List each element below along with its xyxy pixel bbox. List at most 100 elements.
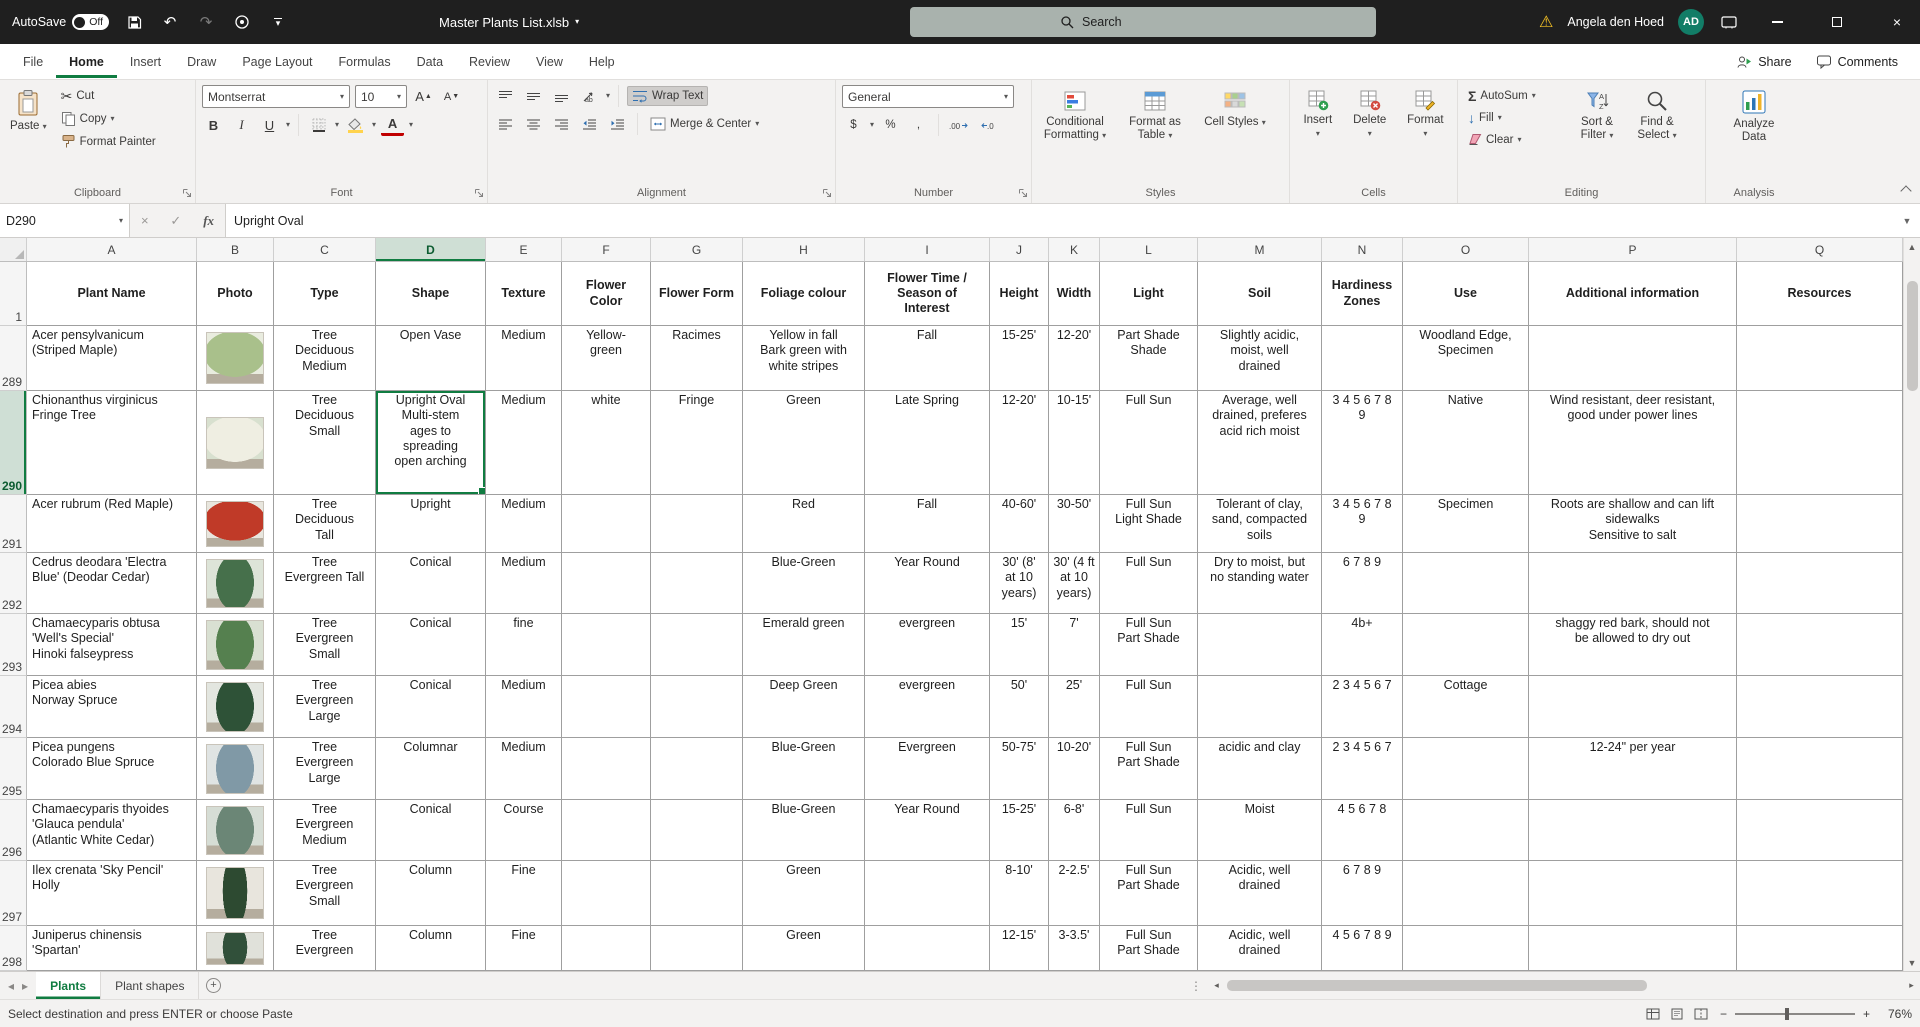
zoom-in-button[interactable]: + (1863, 1007, 1870, 1021)
column-header-H[interactable]: H (743, 238, 865, 261)
cell-G290[interactable]: Fringe (651, 391, 743, 495)
cell-N291[interactable]: 3 4 5 6 7 8 9 (1322, 495, 1403, 553)
scroll-left-arrow[interactable]: ◂ (1208, 980, 1225, 991)
column-header-I[interactable]: I (865, 238, 990, 261)
cell-G297[interactable] (651, 861, 743, 926)
decrease-decimal-button[interactable]: .0 (977, 114, 1002, 136)
cell-I290[interactable]: Late Spring (865, 391, 990, 495)
format-as-table-button[interactable]: Format as Table ▾ (1118, 85, 1192, 185)
cell-N289[interactable] (1322, 326, 1403, 391)
cell-O289[interactable]: Woodland Edge, Specimen (1403, 326, 1529, 391)
cell-D291[interactable]: Upright (376, 495, 486, 553)
font-dialog-launcher[interactable] (474, 188, 484, 198)
cell-J294[interactable]: 50' (990, 676, 1049, 738)
row-header-289[interactable]: 289 (0, 326, 27, 391)
vertical-scroll-thumb[interactable] (1906, 281, 1918, 391)
cell-K298[interactable]: 3-3.5' (1049, 926, 1100, 971)
cell-L289[interactable]: Part Shade Shade (1100, 326, 1198, 391)
cell-K1[interactable]: Width (1049, 262, 1100, 326)
cell-Q294[interactable] (1737, 676, 1903, 738)
cell-M298[interactable]: Acidic, well drained (1198, 926, 1322, 971)
minimize-button[interactable] (1754, 0, 1800, 44)
align-top-button[interactable] (494, 85, 517, 107)
save-button[interactable] (123, 11, 145, 33)
cell-G289[interactable]: Racimes (651, 326, 743, 391)
paste-button[interactable]: Paste ▾ (6, 85, 51, 185)
cell-D289[interactable]: Open Vase (376, 326, 486, 391)
align-middle-button[interactable] (522, 85, 545, 107)
cell-Q290[interactable] (1737, 391, 1903, 495)
cell-C292[interactable]: Tree Evergreen Tall (274, 553, 376, 614)
autosave-toggle[interactable]: AutoSave Off (12, 14, 110, 30)
comma-style-button[interactable]: , (907, 114, 930, 136)
scroll-down-arrow[interactable]: ▼ (1904, 954, 1920, 971)
tab-formulas[interactable]: Formulas (326, 46, 404, 78)
zoom-slider-thumb[interactable] (1785, 1007, 1790, 1020)
cell-H292[interactable]: Blue-Green (743, 553, 865, 614)
cell-O296[interactable] (1403, 800, 1529, 861)
clear-button[interactable]: Clear ▾ (1464, 131, 1564, 148)
cell-L291[interactable]: Full Sun Light Shade (1100, 495, 1198, 553)
align-center-button[interactable] (522, 113, 545, 135)
cell-A295[interactable]: Picea pungens Colorado Blue Spruce (27, 738, 197, 800)
cell-L296[interactable]: Full Sun (1100, 800, 1198, 861)
align-right-button[interactable] (550, 113, 573, 135)
row-header-293[interactable]: 293 (0, 614, 27, 676)
cell-L294[interactable]: Full Sun (1100, 676, 1198, 738)
cell-D294[interactable]: Conical (376, 676, 486, 738)
column-header-J[interactable]: J (990, 238, 1049, 261)
cell-F291[interactable] (562, 495, 651, 553)
column-header-N[interactable]: N (1322, 238, 1403, 261)
copy-button[interactable]: Copy ▾ (57, 109, 160, 128)
cell-F295[interactable] (562, 738, 651, 800)
cell-A291[interactable]: Acer rubrum (Red Maple) (27, 495, 197, 553)
cell-O298[interactable] (1403, 926, 1529, 971)
cell-A292[interactable]: Cedrus deodara 'Electra Blue' (Deodar Ce… (27, 553, 197, 614)
plant-photo[interactable] (206, 805, 264, 855)
cell-E292[interactable]: Medium (486, 553, 562, 614)
cell-B290[interactable] (197, 391, 274, 495)
tab-draw[interactable]: Draw (174, 46, 229, 78)
cell-P294[interactable] (1529, 676, 1737, 738)
font-size-select[interactable]: 10 ▾ (355, 85, 407, 108)
cell-E1[interactable]: Texture (486, 262, 562, 326)
borders-button[interactable] (307, 114, 330, 136)
cell-G291[interactable] (651, 495, 743, 553)
cell-G292[interactable] (651, 553, 743, 614)
cell-O293[interactable] (1403, 614, 1529, 676)
plant-photo[interactable] (206, 416, 264, 469)
cell-L295[interactable]: Full Sun Part Shade (1100, 738, 1198, 800)
cell-O295[interactable] (1403, 738, 1529, 800)
cell-E294[interactable]: Medium (486, 676, 562, 738)
cell-G298[interactable] (651, 926, 743, 971)
cell-D295[interactable]: Columnar (376, 738, 486, 800)
cut-button[interactable]: ✂ Cut (57, 87, 160, 105)
autosum-button[interactable]: Σ AutoSum ▾ (1464, 87, 1564, 105)
cancel-entry-button[interactable]: × (141, 213, 149, 228)
cell-E297[interactable]: Fine (486, 861, 562, 926)
tab-insert[interactable]: Insert (117, 46, 174, 78)
cell-J290[interactable]: 12-20' (990, 391, 1049, 495)
tab-scrollbar-splitter[interactable]: ⋮ (1184, 972, 1208, 999)
accounting-format-button[interactable]: $ (842, 114, 865, 136)
cell-E289[interactable]: Medium (486, 326, 562, 391)
zoom-level[interactable]: 76% (1878, 1007, 1912, 1021)
meet-now-icon[interactable] (1718, 11, 1740, 33)
cell-F297[interactable] (562, 861, 651, 926)
cell-N294[interactable]: 2 3 4 5 6 7 (1322, 676, 1403, 738)
plant-photo[interactable] (206, 500, 264, 547)
plant-photo[interactable] (206, 743, 264, 794)
cell-H293[interactable]: Emerald green (743, 614, 865, 676)
cell-C295[interactable]: Tree Evergreen Large (274, 738, 376, 800)
increase-indent-button[interactable] (606, 113, 629, 135)
cell-J297[interactable]: 8-10' (990, 861, 1049, 926)
cell-E290[interactable]: Medium (486, 391, 562, 495)
cell-H296[interactable]: Blue-Green (743, 800, 865, 861)
undo-button[interactable]: ↶ (159, 11, 181, 33)
expand-formula-bar-button[interactable]: ▼ (1894, 204, 1920, 237)
analyze-data-button[interactable]: Analyze Data (1724, 85, 1784, 185)
scroll-up-arrow[interactable]: ▲ (1904, 238, 1920, 255)
cell-Q298[interactable] (1737, 926, 1903, 971)
row-header-294[interactable]: 294 (0, 676, 27, 738)
plant-photo[interactable] (206, 558, 264, 608)
